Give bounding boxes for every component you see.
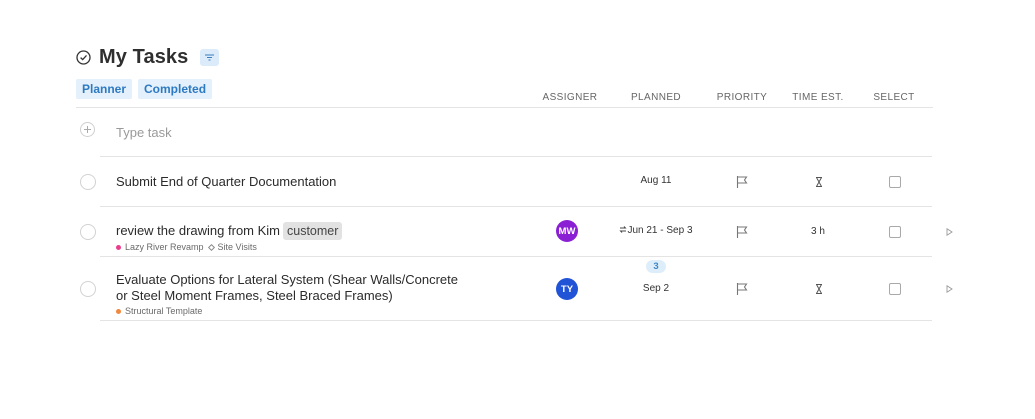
play-icon[interactable] [946, 228, 953, 236]
count-badge[interactable]: 3 [646, 260, 666, 273]
task-title-line-1[interactable]: Evaluate Options for Lateral System (She… [116, 272, 458, 288]
flag-icon[interactable] [735, 282, 749, 296]
time-estimate[interactable]: 3 h [798, 226, 838, 237]
planned-date[interactable]: Jun 21 - Sep 3 [616, 225, 696, 236]
select-checkbox[interactable] [889, 176, 901, 188]
project-name[interactable]: Lazy River Revamp [125, 242, 204, 252]
play-icon[interactable] [946, 285, 953, 293]
tab-planner[interactable]: Planner [76, 79, 133, 99]
task-meta: Lazy River Revamp Site Visits [116, 242, 257, 252]
add-task-row [80, 122, 95, 137]
tag-badge[interactable]: customer [283, 222, 343, 240]
filter-button[interactable] [200, 49, 220, 66]
row-divider [100, 320, 932, 321]
column-header-planned[interactable]: PLANNED [616, 92, 696, 103]
column-header-select[interactable]: SELECT [854, 92, 934, 103]
column-header-time-est[interactable]: TIME EST. [778, 92, 858, 103]
column-header-assigner[interactable]: ASSIGNER [530, 92, 610, 103]
select-checkbox[interactable] [889, 283, 901, 295]
planned-date[interactable]: Sep 2 [616, 283, 696, 294]
task-title[interactable]: review the drawing from Kim customer [116, 222, 343, 240]
row-divider [100, 256, 932, 257]
complete-task-checkbox[interactable] [80, 281, 96, 297]
avatar[interactable]: TY [556, 278, 578, 300]
check-circle-icon [76, 50, 91, 65]
project-color-dot [116, 308, 121, 314]
section-name[interactable]: Site Visits [218, 242, 257, 252]
new-task-input[interactable] [116, 122, 516, 142]
hourglass-icon[interactable] [815, 284, 823, 294]
project-color-dot [116, 244, 121, 250]
section-diamond-icon [207, 243, 215, 251]
flag-icon[interactable] [735, 175, 749, 189]
page-title: My Tasks [99, 46, 189, 68]
planned-date-text: Jun 21 - Sep 3 [627, 225, 693, 236]
task-meta: Structural Template [116, 306, 202, 316]
avatar[interactable]: MW [556, 220, 578, 242]
task-title[interactable]: Submit End of Quarter Documentation [116, 174, 336, 190]
task-title-text: review the drawing from Kim [116, 223, 280, 238]
plus-icon[interactable] [80, 122, 95, 137]
filter-icon [205, 54, 215, 61]
planned-date[interactable]: Aug 11 [616, 175, 696, 186]
header-divider [76, 107, 933, 108]
select-checkbox[interactable] [889, 226, 901, 238]
row-divider [100, 156, 932, 157]
tab-completed[interactable]: Completed [138, 79, 213, 99]
row-divider [100, 206, 932, 207]
column-header-priority[interactable]: PRIORITY [702, 92, 782, 103]
project-name[interactable]: Structural Template [125, 306, 202, 316]
task-title-line-2[interactable]: or Steel Moment Frames, Steel Braced Fra… [116, 288, 393, 304]
complete-task-checkbox[interactable] [80, 174, 96, 190]
flag-icon[interactable] [735, 225, 749, 239]
tab-bar: Planner Completed [76, 79, 213, 99]
hourglass-icon[interactable] [815, 177, 823, 187]
complete-task-checkbox[interactable] [80, 224, 96, 240]
page-header: My Tasks [76, 46, 220, 69]
